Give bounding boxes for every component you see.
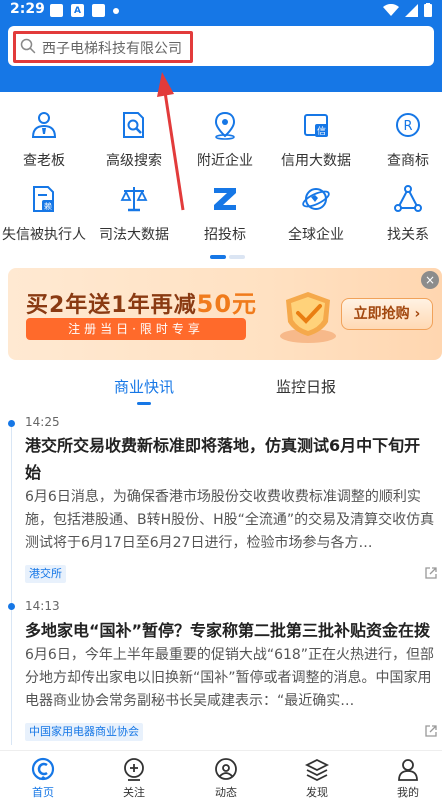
news-tabs: 商业快讯 监控日报: [0, 368, 442, 406]
news-time: 14:25: [25, 415, 60, 429]
nav-label: 我的: [397, 786, 419, 799]
notification-dot-icon: [113, 8, 119, 14]
person-badge-icon: [31, 112, 57, 138]
notification-bag-icon: [92, 4, 105, 17]
banner-title: 买2年送1年再减50元: [26, 284, 257, 319]
timeline-dot: [8, 603, 15, 610]
nav-dynamic[interactable]: 动态: [196, 757, 256, 800]
nav-label: 首页: [32, 786, 54, 799]
notification-a-icon: A: [71, 4, 84, 17]
news-title[interactable]: 多地家电“国补”暂停？专家称第二批第三批补贴资金在拨: [25, 617, 435, 644]
scales-icon: [120, 187, 148, 212]
grid-item-nearby[interactable]: 附近企业: [181, 110, 269, 170]
tab-business-news[interactable]: 商业快讯: [114, 376, 174, 397]
grid-item-credit[interactable]: 信 信用大数据: [272, 110, 360, 170]
grid-item-label: 附近企业: [197, 153, 253, 169]
grid-item-label: 查老板: [23, 153, 65, 169]
globe-icon: [302, 188, 330, 210]
dishonesty-document-icon: 赖: [33, 186, 54, 212]
grid-item-judicial[interactable]: 司法大数据: [90, 184, 178, 244]
svg-text:赖: 赖: [44, 201, 52, 211]
grid-item-global[interactable]: 全球企业: [272, 184, 360, 244]
battery-icon: [424, 3, 432, 17]
plus-circle-icon: [124, 758, 144, 781]
nav-home[interactable]: 首页: [13, 757, 73, 800]
banner-subtitle: 注册当日·限时专享: [26, 318, 246, 340]
promo-banner[interactable]: 买2年送1年再减50元 注册当日·限时专享 立即抢购 ›: [8, 268, 442, 360]
grid-item-label: 高级搜索: [106, 153, 162, 169]
banner-title-text: 买2年送1年再减: [26, 293, 197, 318]
registered-trademark-icon: R: [396, 113, 420, 137]
grid-item-label: 信用大数据: [281, 153, 351, 169]
banner-close-icon[interactable]: ×: [421, 271, 439, 289]
nav-discover[interactable]: 发现: [287, 757, 347, 800]
nav-label: 发现: [306, 786, 328, 799]
news-time: 14:13: [25, 599, 60, 613]
grid-item-dishonest[interactable]: 赖 失信被执行人: [0, 184, 88, 244]
timeline-line: [11, 420, 12, 745]
signal-icon: [405, 3, 418, 17]
grid-item-bidding[interactable]: 招投标: [181, 184, 269, 244]
grid-item-label: 查商标: [387, 153, 429, 169]
share-icon[interactable]: [424, 724, 438, 738]
buy-now-button[interactable]: 立即抢购 ›: [341, 298, 433, 330]
check-badge-icon: [280, 292, 336, 343]
location-pin-icon: [214, 111, 236, 140]
bottom-nav: 首页 关注 动态 发现 我的: [0, 750, 442, 804]
news-body[interactable]: 6月6日消息，为确保香港市场股份交收费收费标准调整的顺利实施，包括港股通、B转H…: [25, 486, 437, 555]
credit-report-icon: 信: [304, 114, 328, 137]
svg-text:R: R: [403, 119, 412, 134]
nav-follow[interactable]: 关注: [104, 757, 164, 800]
news-tag[interactable]: 港交所: [25, 565, 66, 583]
nav-label: 动态: [215, 786, 237, 799]
grid-item-advanced-search[interactable]: 高级搜索: [90, 110, 178, 170]
tab-monitor-daily[interactable]: 监控日报: [276, 376, 336, 397]
news-title[interactable]: 港交所交易收费新标准即将落地，仿真测试6月中下旬开始: [25, 432, 435, 486]
search-icon: [20, 38, 36, 54]
wifi-icon: [383, 3, 399, 16]
grid-item-trademark[interactable]: R 查商标: [364, 110, 442, 170]
grid-item-boss[interactable]: 查老板: [0, 110, 88, 170]
svg-text:信: 信: [317, 125, 326, 137]
status-bar: 2:29 A: [0, 0, 442, 22]
page-indicator: [210, 255, 245, 259]
z-logo-icon: [214, 188, 236, 210]
page-indicator-inactive: [229, 255, 245, 259]
dynamic-icon: [215, 758, 237, 780]
timeline-dot: [8, 420, 15, 427]
share-icon[interactable]: [424, 566, 438, 580]
layers-icon: [305, 758, 329, 781]
status-right: [383, 3, 432, 17]
tab-active-indicator: [137, 402, 151, 405]
grid-item-label: 失信被执行人: [2, 227, 86, 243]
grid-item-label: 招投标: [204, 227, 246, 243]
network-triangle-icon: [394, 185, 422, 212]
news-tag[interactable]: 中国家用电器商业协会: [25, 723, 143, 741]
page-indicator-active: [210, 255, 226, 259]
notification-icons: A: [50, 4, 119, 17]
document-search-icon: [123, 112, 144, 138]
home-c-icon: [31, 757, 55, 781]
grid-item-relations[interactable]: 找关系: [364, 184, 442, 244]
grid-item-label: 全球企业: [288, 227, 344, 243]
news-body[interactable]: 6月6日，今年上半年最重要的促销大战“618”正在火热进行，但部分地方却传出家电…: [25, 644, 437, 713]
user-icon: [398, 759, 418, 781]
grid-item-label: 司法大数据: [99, 227, 169, 243]
nav-mine[interactable]: 我的: [378, 757, 438, 800]
nav-label: 关注: [123, 786, 145, 799]
notification-app-icon: [50, 4, 63, 17]
banner-title-amount: 50元: [196, 290, 258, 318]
search-input[interactable]: 西子电梯科技有限公司: [42, 38, 182, 58]
status-time: 2:29: [10, 1, 45, 17]
grid-item-label: 找关系: [387, 227, 429, 243]
